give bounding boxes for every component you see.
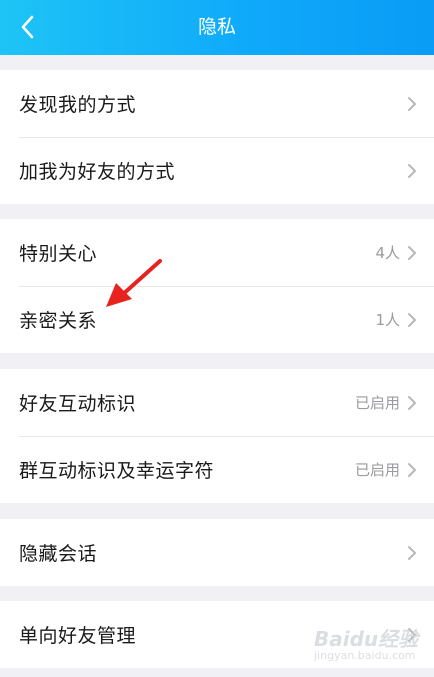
chevron-right-icon	[408, 395, 416, 410]
status-text: 已启用	[354, 461, 400, 479]
chevron-right-icon	[408, 163, 416, 178]
menu-item-label: 亲密关系	[19, 310, 98, 332]
menu-item-special-care[interactable]: 特别关心 4人	[0, 219, 434, 286]
settings-group-hidden: 隐藏会话	[0, 519, 434, 586]
settings-group-discovery: 发现我的方式 加我为好友的方式	[0, 70, 434, 204]
chevron-right-icon	[408, 462, 416, 477]
page-title: 隐私	[197, 16, 236, 38]
menu-item-label: 特别关心	[19, 243, 98, 265]
intimate-relation-count: 1人	[375, 311, 400, 329]
menu-item-discovery-method[interactable]: 发现我的方式	[0, 70, 434, 137]
top-bar: 隐私	[0, 0, 434, 55]
menu-item-intimate-relation[interactable]: 亲密关系 1人	[0, 286, 434, 353]
chevron-right-icon	[408, 245, 416, 260]
watermark-text: Baidu经验	[314, 627, 419, 651]
annotation-arrow-icon	[106, 259, 162, 307]
chevron-right-icon	[408, 96, 416, 111]
chevron-right-icon	[408, 312, 416, 327]
menu-item-label: 发现我的方式	[19, 94, 137, 116]
menu-item-label: 好友互动标识	[19, 393, 137, 415]
special-care-count: 4人	[375, 244, 400, 262]
settings-group-interaction: 好友互动标识 已启用 群互动标识及幸运字符 已启用	[0, 369, 434, 503]
settings-group-relations: 特别关心 4人 亲密关系 1人	[0, 219, 434, 353]
menu-item-hidden-chats[interactable]: 隐藏会话	[0, 519, 434, 586]
chevron-right-icon	[408, 545, 416, 560]
status-text: 已启用	[354, 394, 400, 412]
menu-item-group-interaction-badge[interactable]: 群互动标识及幸运字符 已启用	[0, 436, 434, 503]
menu-item-label: 加我为好友的方式	[19, 161, 176, 183]
menu-item-label: 隐藏会话	[19, 543, 98, 565]
menu-item-label: 群互动标识及幸运字符	[19, 460, 215, 482]
menu-item-label: 单向好友管理	[19, 625, 137, 647]
baidu-watermark: Baidu经验 jingyan.baidu.com	[314, 623, 424, 665]
menu-item-friend-interaction-badge[interactable]: 好友互动标识 已启用	[0, 369, 434, 436]
menu-item-add-friend-method[interactable]: 加我为好友的方式	[0, 137, 434, 204]
watermark-url: jingyan.baidu.com	[314, 649, 416, 662]
